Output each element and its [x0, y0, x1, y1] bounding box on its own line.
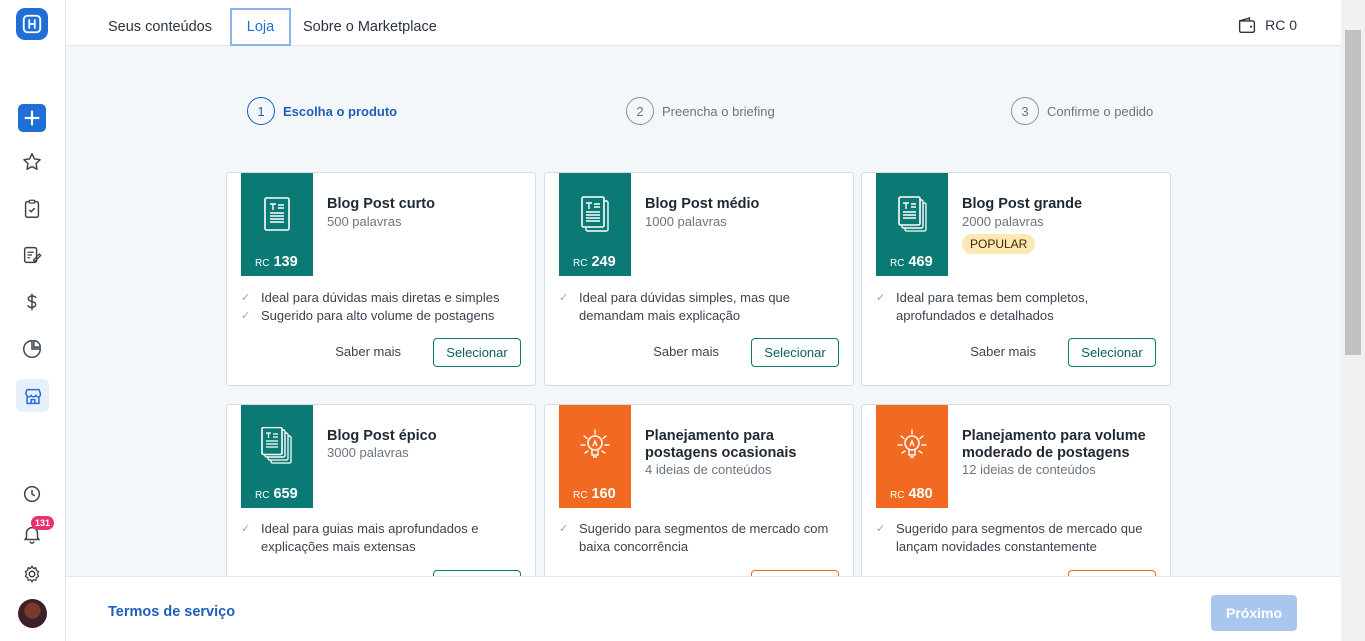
- check-icon: ✓: [241, 292, 251, 304]
- documents-stack-icon: [261, 427, 292, 464]
- feature-list: ✓ Ideal para guias mais aprofundados e ex…: [241, 520, 531, 556]
- feature-item: ✓ Ideal para guias mais aprofundados e ex…: [241, 521, 479, 554]
- feature-item: ✓ Sugerido para segmentos de mercado com …: [559, 521, 829, 554]
- star-icon[interactable]: [17, 147, 47, 177]
- logo-icon[interactable]: [16, 8, 48, 40]
- feature-item: ✓ Sugerido para alto volume de postagens: [241, 308, 495, 323]
- step-label: Confirme o pedido: [1047, 103, 1154, 119]
- learn-more-button[interactable]: Saber mais: [335, 344, 401, 360]
- step-number: 1: [247, 97, 275, 125]
- documents-stack-icon: [898, 196, 927, 232]
- price-tag: RC 249: [573, 254, 616, 270]
- feature-list: ✓ Ideal para temas bem completos, aprofun…: [876, 289, 1166, 325]
- select-button[interactable]: Selecionar: [751, 338, 839, 367]
- product-thumb: RC 659: [241, 405, 313, 508]
- price-tag: RC 480: [890, 486, 933, 502]
- popular-badge: POPULAR: [962, 234, 1036, 254]
- price-tag: RC 469: [890, 254, 933, 270]
- check-icon: ✓: [876, 523, 886, 535]
- feature-item: ✓ Sugerido para segmentos de mercado que …: [876, 521, 1143, 554]
- check-icon: ✓: [559, 523, 569, 535]
- product-subtitle: 3000 palavras: [327, 445, 409, 460]
- product-title: Planejamento para volume moderado de pos…: [962, 428, 1146, 461]
- wallet-balance[interactable]: RC 0: [1237, 16, 1297, 34]
- feature-item: ✓ Ideal para dúvidas simples, mas que dem…: [559, 290, 791, 323]
- step-number: 3: [1011, 97, 1039, 125]
- documents-icon: [581, 196, 609, 232]
- product-title: Blog Post curto: [327, 196, 435, 212]
- product-card: RC 249 Blog Post médio 1000 palavras ✓ Ide…: [544, 172, 854, 386]
- pie-chart-icon[interactable]: [17, 334, 47, 364]
- product-subtitle: 1000 palavras: [645, 214, 727, 229]
- price-tag: RC 139: [255, 254, 298, 270]
- top-nav: Seus conteúdos Loja Sobre o Marketplace …: [66, 0, 1341, 46]
- feature-item: ✓ Ideal para temas bem completos, aprofun…: [876, 290, 1089, 323]
- product-title: Blog Post grande: [962, 196, 1083, 212]
- feature-list: ✓ Ideal para dúvidas mais diretas e simpl…: [241, 289, 531, 325]
- product-card: RC 139 Blog Post curto 500 palavras ✓ Idea…: [226, 172, 536, 386]
- product-thumb: RC 139: [241, 173, 313, 276]
- step-number: 2: [626, 97, 654, 125]
- step-3: 3 Confirme o pedido: [1011, 97, 1153, 125]
- next-button[interactable]: Próximo: [1211, 595, 1297, 631]
- product-thumb: RC 249: [559, 173, 631, 276]
- step-label: Preencha o briefing: [662, 103, 775, 119]
- notification-badge: 131: [31, 516, 55, 530]
- check-icon: ✓: [241, 523, 251, 535]
- select-button[interactable]: Selecionar: [1068, 338, 1156, 367]
- wallet-icon: [1239, 17, 1256, 34]
- check-icon: ✓: [559, 292, 569, 304]
- edit-doc-icon[interactable]: [17, 240, 47, 270]
- scrollbar[interactable]: [1341, 0, 1365, 641]
- tab-loja[interactable]: Loja: [230, 8, 291, 46]
- product-thumb: RC 480: [876, 405, 948, 508]
- select-button[interactable]: Selecionar: [433, 338, 521, 367]
- avatar[interactable]: [18, 599, 47, 628]
- product-thumb: RC 160: [559, 405, 631, 508]
- wallet-balance-label: RC 0: [1265, 17, 1297, 33]
- sidebar: 131: [0, 0, 66, 641]
- learn-more-button[interactable]: Saber mais: [653, 344, 719, 360]
- tab-seus-conteudos[interactable]: Seus conteúdos: [98, 8, 222, 46]
- footer: Termos de serviço Próximo: [66, 576, 1341, 641]
- lightbulb-icon: [897, 429, 927, 458]
- product-subtitle: 4 ideias de conteúdos: [645, 462, 772, 477]
- product-thumb: RC 469: [876, 173, 948, 276]
- learn-more-button[interactable]: Saber mais: [970, 344, 1036, 360]
- lightbulb-icon: [580, 429, 610, 458]
- step-label: Escolha o produto: [283, 103, 398, 119]
- gear-icon[interactable]: [17, 559, 47, 589]
- product-subtitle: 2000 palavras: [962, 214, 1044, 229]
- product-subtitle: 500 palavras: [327, 214, 402, 229]
- clock-icon[interactable]: [17, 479, 47, 509]
- price-tag: RC 659: [255, 486, 298, 502]
- feature-item: ✓ Ideal para dúvidas mais diretas e simpl…: [241, 290, 500, 305]
- tab-sobre-marketplace[interactable]: Sobre o Marketplace: [293, 8, 447, 46]
- product-title: Planejamento para postagens ocasionais: [645, 428, 797, 461]
- clipboard-check-icon[interactable]: [17, 194, 47, 224]
- feature-list: ✓ Sugerido para segmentos de mercado com …: [559, 520, 849, 556]
- step-2: 2 Preencha o briefing: [626, 97, 775, 125]
- document-icon: [264, 197, 290, 231]
- store-icon[interactable]: [16, 379, 49, 412]
- terms-link[interactable]: Termos de serviço: [108, 604, 235, 620]
- product-subtitle: 12 ideias de conteúdos: [962, 462, 1096, 477]
- price-tag: RC 160: [573, 486, 616, 502]
- check-icon: ✓: [876, 292, 886, 304]
- product-card: RC 469 Blog Post grande 2000 palavras POP…: [861, 172, 1171, 386]
- feature-list: ✓ Ideal para dúvidas simples, mas que dem…: [559, 289, 849, 325]
- check-icon: ✓: [241, 310, 251, 322]
- dollar-icon[interactable]: [17, 287, 47, 317]
- feature-list: ✓ Sugerido para segmentos de mercado que …: [876, 520, 1166, 556]
- product-title: Blog Post médio: [645, 196, 760, 212]
- plus-icon[interactable]: [18, 104, 46, 132]
- step-1: 1 Escolha o produto: [247, 97, 397, 125]
- scrollbar-thumb[interactable]: [1345, 30, 1361, 355]
- product-title: Blog Post épico: [327, 428, 437, 444]
